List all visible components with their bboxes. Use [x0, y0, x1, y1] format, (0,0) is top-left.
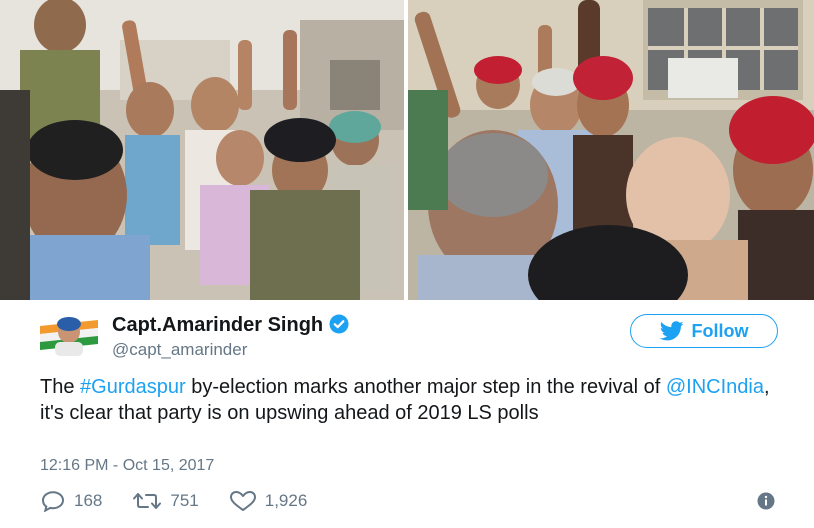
follow-button[interactable]: Follow — [630, 314, 778, 348]
reply-count: 168 — [74, 491, 103, 510]
retweet-icon — [133, 493, 162, 509]
display-name-row: Capt.Amarinder Singh — [112, 314, 349, 337]
display-name[interactable]: Capt.Amarinder Singh — [112, 314, 323, 336]
avatar[interactable] — [40, 312, 98, 356]
like-button[interactable]: 1,926 — [229, 490, 308, 512]
crowd-photo-left[interactable] — [0, 0, 404, 300]
reply-button[interactable]: 168 — [40, 490, 102, 512]
tweet-actions: 168 751 1,926 — [40, 490, 337, 512]
follow-label: Follow — [691, 320, 749, 341]
tweet-card: Capt.Amarinder Singh @capt_amarinder Fol… — [0, 300, 814, 528]
info-icon[interactable] — [756, 491, 776, 511]
twitter-bird-icon — [659, 321, 683, 341]
tweet-timestamp[interactable]: 12:16 PM - Oct 15, 2017 — [40, 457, 214, 475]
crowd-photo-right-image — [408, 0, 814, 300]
crowd-photo-left-image — [0, 0, 404, 300]
retweet-count: 751 — [170, 491, 199, 510]
retweet-button[interactable]: 751 — [132, 490, 199, 512]
mention-link[interactable]: @INCIndia — [666, 376, 764, 398]
heart-icon — [229, 491, 256, 511]
tweet-text: The #Gurdaspur by-election marks another… — [40, 374, 780, 426]
reply-icon — [41, 491, 65, 512]
hashtag-link[interactable]: #Gurdaspur — [80, 376, 186, 398]
tweet-text-part: by-election marks another major step in … — [185, 376, 666, 398]
like-count: 1,926 — [264, 491, 308, 510]
verified-badge-icon — [329, 314, 349, 334]
user-handle[interactable]: @capt_amarinder — [112, 340, 247, 360]
crowd-photo-right[interactable] — [408, 0, 814, 300]
tweet-photos — [0, 0, 814, 300]
avatar-image — [40, 312, 98, 356]
tweet-text-part: The — [40, 376, 81, 398]
